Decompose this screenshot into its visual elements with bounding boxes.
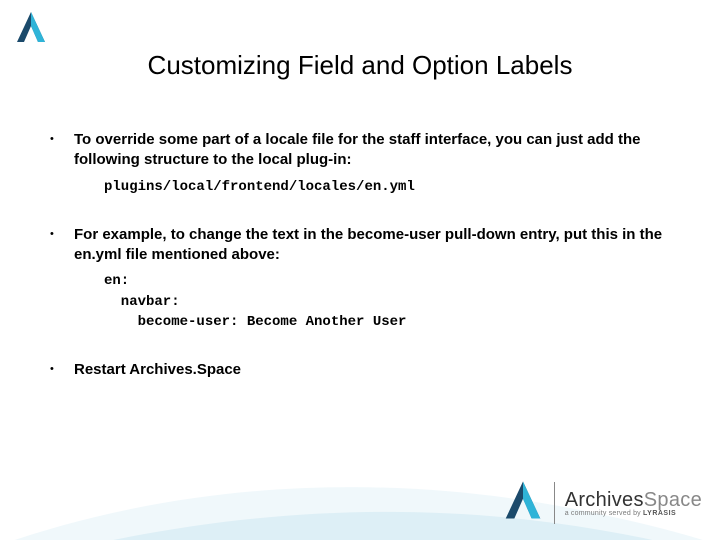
footer-wordmark: ArchivesSpace a community served by LYRA… — [565, 489, 702, 517]
bullet-item: • Restart Archives.Space — [50, 360, 670, 380]
tagline-brand: LYRASIS — [643, 510, 676, 517]
brand-secondary: Space — [644, 489, 702, 511]
code-block: plugins/local/frontend/locales/en.yml — [104, 177, 670, 197]
tagline-prefix: a community served by — [565, 510, 643, 517]
slide-content: • To override some part of a locale file… — [50, 130, 670, 408]
bullet-text: For example, to change the text in the b… — [74, 226, 662, 263]
archivesspace-footer-logo-icon — [502, 479, 544, 526]
bullet-text: Restart Archives.Space — [74, 361, 241, 378]
bullet-body: For example, to change the text in the b… — [74, 225, 670, 332]
brand-name: ArchivesSpace — [565, 489, 702, 512]
bullet-marker: • — [50, 130, 74, 197]
bullet-item: • To override some part of a locale file… — [50, 130, 670, 197]
slide: Customizing Field and Option Labels • To… — [0, 0, 720, 540]
slide-title: Customizing Field and Option Labels — [0, 50, 720, 81]
footer-divider — [554, 482, 555, 524]
bullet-item: • For example, to change the text in the… — [50, 225, 670, 332]
code-block: en: navbar: become-user: Become Another … — [104, 271, 670, 332]
bullet-body: Restart Archives.Space — [74, 360, 670, 380]
bullet-marker: • — [50, 225, 74, 332]
bullet-text: To override some part of a locale file f… — [74, 131, 641, 168]
bullet-body: To override some part of a locale file f… — [74, 130, 670, 197]
bullet-marker: • — [50, 360, 74, 380]
archivesspace-logo-icon — [14, 10, 48, 49]
footer: ArchivesSpace a community served by LYRA… — [502, 479, 702, 526]
brand-primary: Archives — [565, 489, 644, 511]
